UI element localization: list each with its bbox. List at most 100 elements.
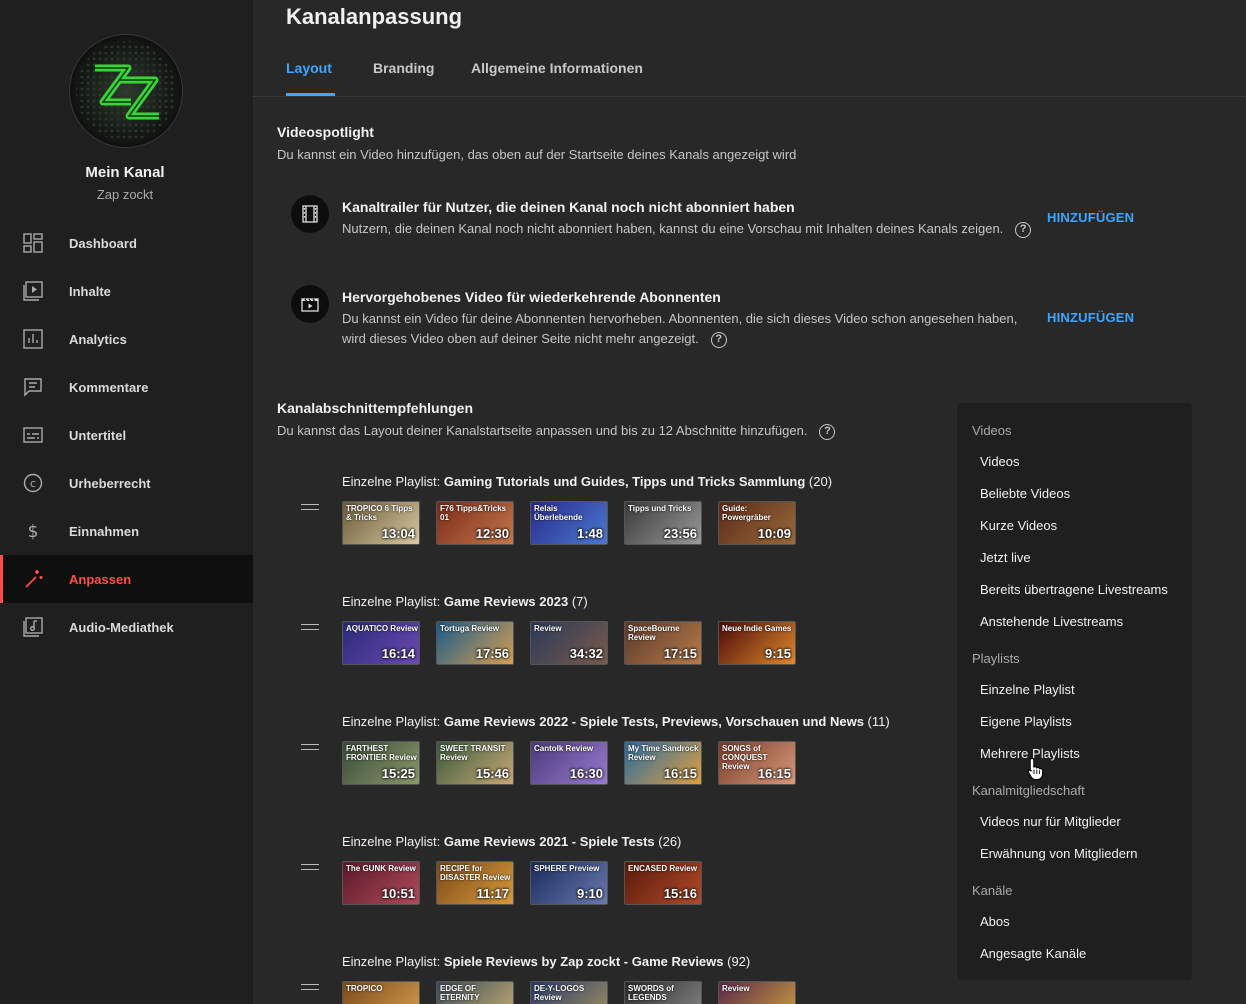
sidebar-item-urheberrecht[interactable]: c Urheberrecht [0,459,253,507]
drag-handle-icon[interactable] [301,864,319,870]
sidebar-item-anpassen[interactable]: Anpassen [0,555,253,603]
drag-handle-icon[interactable] [301,744,319,750]
video-thumbnail[interactable]: Guide: Powergräber 10:09 [718,501,796,545]
video-thumbnail[interactable]: Tortuga Review 17:56 [436,621,514,665]
thumbnail-caption: F76 Tipps&Tricks 01 [440,504,507,522]
sections-subtitle: Du kannst das Layout deiner Kanalstartse… [277,423,836,440]
menu-item-einzelne-playlist[interactable]: Einzelne Playlist [980,682,1075,697]
sidebar-item-inhalte[interactable]: Inhalte [0,267,253,315]
video-thumbnail[interactable]: Review [718,981,796,1004]
video-thumbnail[interactable]: Cantolk Review 16:30 [530,741,608,785]
video-thumbnail[interactable]: EDGE OF ETERNITY [436,981,514,1004]
tab-branding[interactable]: Branding [373,60,434,96]
menu-item-member-mentions[interactable]: Erwähnung von Mitgliedern [980,846,1138,861]
drag-handle-icon[interactable] [301,624,319,630]
sidebar-item-untertitel[interactable]: Untertitel [0,411,253,459]
playlist-count: (92) [723,954,751,969]
video-thumbnail[interactable]: DE-Y-LOGOS Review [530,981,608,1004]
dashboard-icon [23,233,43,253]
drag-handle-icon[interactable] [301,504,319,510]
playlist-type-label: Einzelne Playlist: [342,594,444,609]
playlist-name: Spiele Reviews by Zap zockt - Game Revie… [443,954,724,969]
help-icon[interactable]: ? [1015,221,1032,238]
menu-item-beliebte-videos[interactable]: Beliebte Videos [980,486,1070,501]
video-thumbnail[interactable]: SPHERE Preview 9:10 [530,861,608,905]
video-thumbnail[interactable]: FARTHEST FRONTIER Review 15:25 [342,741,420,785]
menu-item-upcoming-livestreams[interactable]: Anstehende Livestreams [980,614,1123,629]
spotlight-title: Videospotlight [277,124,374,140]
playlist-section-title: Einzelne Playlist: Game Reviews 2023 (7) [342,594,588,609]
featured-video-description: Du kannst ein Video für deine Abonnenten… [342,309,1042,349]
video-thumbnail[interactable]: TROPICO 6 Tipps & Tricks 13:04 [342,501,420,545]
svg-text:c: c [30,477,36,490]
add-trailer-button[interactable]: HINZUFÜGEN [1047,210,1134,225]
thumbnail-caption: The GUNK Review [346,864,416,873]
video-thumbnail[interactable]: ENCASED Review 15:16 [624,861,702,905]
sidebar-item-label: Inhalte [69,283,111,299]
video-thumbnail[interactable]: RECIPE for DISASTER Review 11:17 [436,861,514,905]
hand-cursor-icon [1027,757,1045,786]
video-duration: 16:15 [757,766,791,781]
thumbnail-caption: Cantolk Review [534,744,594,753]
tab-allgemeine-informationen[interactable]: Allgemeine Informationen [471,60,643,96]
sidebar-item-label: Urheberrecht [69,475,151,491]
video-thumbnail[interactable]: SONGS of CONQUEST Review 16:15 [718,741,796,785]
menu-item-members-only-videos[interactable]: Videos nur für Mitglieder [980,814,1121,829]
video-duration: 15:46 [475,766,509,781]
video-thumbnail[interactable]: The GUNK Review 10:51 [342,861,420,905]
sidebar-item-analytics[interactable]: Analytics [0,315,253,363]
playlist-name: Game Reviews 2022 - Spiele Tests, Previe… [443,714,864,729]
video-thumbnail[interactable]: Neue Indie Games 9:15 [718,621,796,665]
tab-layout[interactable]: Layout [286,60,335,96]
video-duration: 11:17 [476,886,509,901]
menu-item-abos[interactable]: Abos [980,914,1010,929]
video-thumbnail[interactable]: SWORDS of LEGENDS [624,981,702,1004]
menu-item-eigene-playlists[interactable]: Eigene Playlists [980,714,1072,729]
menu-item-angesagte-kanaele[interactable]: Angesagte Kanäle [980,946,1086,961]
featured-desc-text: Du kannst ein Video für deine Abonnenten… [342,311,1018,346]
menu-item-jetzt-live[interactable]: Jetzt live [980,550,1031,565]
video-thumbnail[interactable]: Review 34:32 [530,621,608,665]
menu-item-kurze-videos[interactable]: Kurze Videos [980,518,1057,533]
drag-handle-icon[interactable] [301,984,319,990]
thumbnail-caption: My Time Sandrock Review [628,744,699,762]
playlist-count: (20) [805,474,833,489]
video-thumbnail[interactable]: F76 Tipps&Tricks 01 12:30 [436,501,514,545]
menu-item-past-livestreams[interactable]: Bereits übertragene Livestreams [980,582,1168,597]
page-title: Kanalanpassung [286,4,463,29]
sidebar-item-label: Analytics [69,331,127,347]
video-duration: 9:10 [576,886,603,901]
thumbnail-caption: AQUATICO Review [346,624,418,633]
sidebar-item-kommentare[interactable]: Kommentare [0,363,253,411]
sidebar-item-audio-mediathek[interactable]: Audio-Mediathek [0,603,253,651]
featured-video-icon [291,285,329,323]
menu-item-videos[interactable]: Videos [980,454,1020,469]
playlist-section-title: Einzelne Playlist: Spiele Reviews by Zap… [342,954,750,969]
thumbnail-caption: EDGE OF ETERNITY [440,984,480,1002]
sidebar: Mein Kanal Zap zockt Dashboard Inhalte A… [0,0,253,1004]
magic-wand-icon [23,569,43,589]
thumbnail-caption: Review [722,984,750,993]
help-icon[interactable]: ? [819,423,836,440]
sidebar-item-einnahmen[interactable]: $ Einnahmen [0,507,253,555]
video-thumbnail[interactable]: AQUATICO Review 16:14 [342,621,420,665]
thumbnail-caption: Relais Überlebende [534,504,583,522]
channel-avatar[interactable] [70,35,182,147]
video-thumbnail[interactable]: My Time Sandrock Review 16:15 [624,741,702,785]
video-duration: 12:30 [475,526,509,541]
video-duration: 9:15 [764,646,791,661]
thumbnail-caption: SWEET TRANSIT Review [440,744,506,762]
video-thumbnail[interactable]: SpaceBourne Review 17:15 [624,621,702,665]
video-thumbnail[interactable]: Tipps und Tricks 23:56 [624,501,702,545]
sidebar-nav: Dashboard Inhalte Analytics Kommentare U… [0,219,253,651]
add-featured-video-button[interactable]: HINZUFÜGEN [1047,310,1134,325]
video-thumbnail[interactable]: Relais Überlebende 1:48 [530,501,608,545]
sidebar-item-label: Dashboard [69,235,137,251]
video-thumbnail[interactable]: TROPICO [342,981,420,1004]
video-thumbnail[interactable]: SWEET TRANSIT Review 15:46 [436,741,514,785]
help-icon[interactable]: ? [710,331,727,348]
sidebar-item-label: Kommentare [69,379,149,395]
spotlight-subtitle: Du kannst ein Video hinzufügen, das oben… [277,147,797,162]
sidebar-item-dashboard[interactable]: Dashboard [0,219,253,267]
trailer-icon [291,195,329,233]
